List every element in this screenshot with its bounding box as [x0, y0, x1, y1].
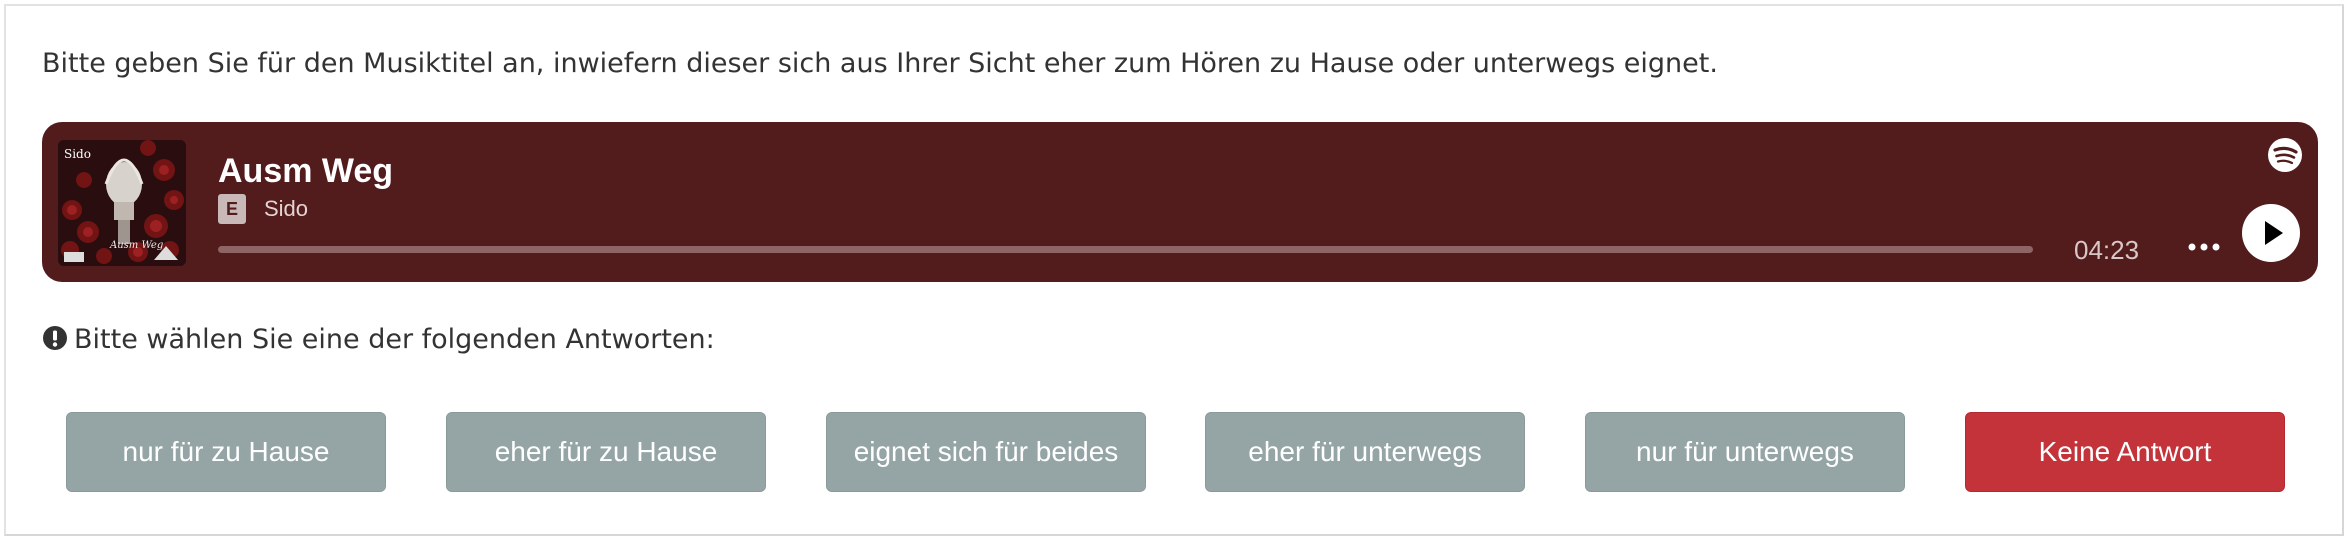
svg-text:Sido: Sido	[64, 147, 91, 161]
track-duration: 04:23	[2074, 235, 2140, 265]
spotify-icon[interactable]	[2268, 138, 2302, 172]
answer-button-nur-unterwegs[interactable]: nur für unterwegs	[1585, 412, 1905, 492]
answer-button-beides[interactable]: eignet sich für beides	[826, 412, 1146, 492]
album-cover: Sido Ausm Weg	[58, 140, 186, 266]
answer-button-nur-zu-hause[interactable]: nur für zu Hause	[66, 412, 386, 492]
question-card: Bitte geben Sie für den Musiktitel an, i…	[4, 4, 2344, 536]
question-text: Bitte geben Sie für den Musiktitel an, i…	[42, 48, 1718, 79]
answer-button-eher-zu-hause[interactable]: eher für zu Hause	[446, 412, 766, 492]
artist-name[interactable]: Sido	[264, 196, 308, 222]
play-icon	[2265, 221, 2283, 245]
answer-button-eher-unterwegs[interactable]: eher für unterwegs	[1205, 412, 1525, 492]
progress-bar[interactable]	[218, 246, 2033, 253]
explicit-badge: E	[218, 194, 246, 224]
answer-prompt-text: Bitte wählen Sie eine der folgenden Antw…	[74, 324, 715, 355]
answer-prompt: Bitte wählen Sie eine der folgenden Antw…	[42, 324, 715, 355]
no-answer-button[interactable]: Keine Antwort	[1965, 412, 2285, 492]
track-title[interactable]: Ausm Weg	[218, 152, 393, 191]
spotify-player: Sido Ausm Weg Ausm Weg E Sido 04:23	[42, 122, 2318, 282]
svg-text:Ausm Weg: Ausm Weg	[109, 240, 163, 251]
exclamation-circle-icon	[42, 325, 68, 351]
play-button[interactable]	[2242, 204, 2300, 262]
more-options-icon[interactable]	[2184, 232, 2224, 262]
